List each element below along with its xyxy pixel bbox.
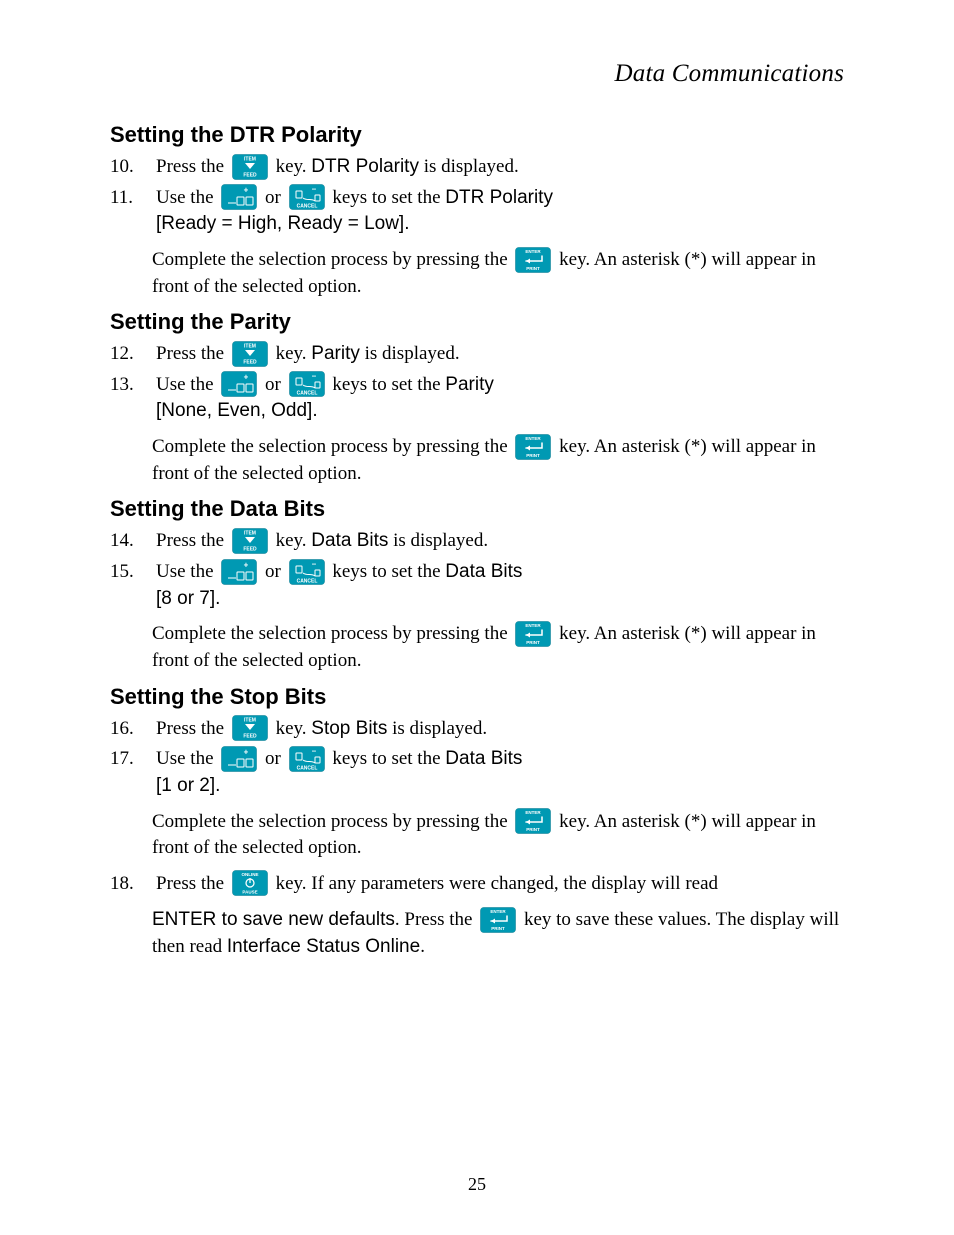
step: 11. Use the + or – CANCEL keys to set th… — [110, 185, 844, 237]
cancel-key-icon: – CANCEL — [289, 746, 325, 772]
step: 12. Press the ITEM FEED key. Parity is d… — [110, 341, 844, 368]
step-body: Use the + or – CANCEL keys to set the Da… — [156, 746, 844, 798]
step-body: Use the + or – CANCEL keys to set the DT… — [156, 185, 844, 237]
svg-text:ENTER: ENTER — [491, 909, 507, 914]
step-number: 18. — [110, 871, 156, 897]
cancel-key-icon: – CANCEL — [289, 184, 325, 210]
section-heading: Setting the DTR Polarity — [110, 122, 844, 148]
section-heading: Setting the Stop Bits — [110, 684, 844, 710]
plus-key-icon: + — [221, 559, 257, 585]
svg-text:–: – — [311, 185, 316, 194]
step-body: Use the + or – CANCEL keys to set the Pa… — [156, 372, 844, 424]
svg-text:ENTER: ENTER — [526, 436, 542, 441]
svg-text:ITEM: ITEM — [244, 156, 256, 162]
step-body: Use the + or – CANCEL keys to set the Da… — [156, 559, 844, 611]
svg-text:FEED: FEED — [243, 734, 257, 740]
svg-text:ENTER: ENTER — [526, 249, 542, 254]
plus-key-icon: + — [221, 371, 257, 397]
enterPrint-key-icon: ENTER PRINT — [515, 808, 551, 834]
step-body: Press the ITEM FEED key. Stop Bits is di… — [156, 716, 844, 743]
svg-text:–: – — [311, 746, 316, 755]
itemFeed-key-icon: ITEM FEED — [232, 154, 268, 180]
step-number: 13. — [110, 372, 156, 398]
page: Data Communications Setting the DTR Pola… — [0, 0, 954, 1235]
svg-text:FEED: FEED — [243, 172, 257, 178]
step-sub: Complete the selection process by pressi… — [152, 621, 844, 673]
itemFeed-key-icon: ITEM FEED — [232, 528, 268, 554]
cancel-key-icon: – CANCEL — [289, 559, 325, 585]
svg-text:–: – — [311, 372, 316, 381]
step-body: Press the ITEM FEED key. Parity is displ… — [156, 341, 844, 368]
svg-text:ENTER: ENTER — [526, 623, 542, 628]
step-sub: ENTER to save new defaults. Press the EN… — [152, 907, 844, 959]
step-number: 12. — [110, 341, 156, 367]
svg-text:PAUSE: PAUSE — [242, 890, 257, 895]
step-number: 17. — [110, 746, 156, 772]
svg-text:+: + — [244, 373, 249, 382]
page-header-title: Data Communications — [110, 60, 844, 88]
options-range: [None, Even, Odd]. — [156, 400, 318, 421]
step-body: Press the ONLINE PAUSE key. If any param… — [156, 871, 844, 898]
step-sub: Complete the selection process by pressi… — [152, 247, 844, 299]
itemFeed-key-icon: ITEM FEED — [232, 341, 268, 367]
step-number: 16. — [110, 716, 156, 742]
svg-text:FEED: FEED — [243, 359, 257, 365]
options-range: [Ready = High, Ready = Low]. — [156, 213, 409, 234]
step-number: 10. — [110, 154, 156, 180]
svg-text:CANCEL: CANCEL — [296, 204, 317, 210]
svg-text:–: – — [311, 559, 316, 568]
svg-text:ONLINE: ONLINE — [241, 872, 258, 877]
svg-text:PRINT: PRINT — [527, 827, 541, 832]
step: 18. Press the ONLINE PAUSE key. If any p… — [110, 871, 844, 898]
options-range: [1 or 2]. — [156, 775, 220, 796]
step: 16. Press the ITEM FEED key. Stop Bits i… — [110, 716, 844, 743]
plus-key-icon: + — [221, 184, 257, 210]
step-number: 14. — [110, 528, 156, 554]
step-sub: Complete the selection process by pressi… — [152, 809, 844, 861]
svg-text:+: + — [244, 560, 249, 569]
svg-text:PRINT: PRINT — [491, 926, 505, 931]
svg-text:FEED: FEED — [243, 547, 257, 553]
step-body: Press the ITEM FEED key. DTR Polarity is… — [156, 154, 844, 181]
svg-text:ENTER: ENTER — [526, 810, 542, 815]
svg-text:PRINT: PRINT — [527, 266, 541, 271]
svg-text:ITEM: ITEM — [244, 531, 256, 537]
step-number: 11. — [110, 185, 156, 211]
enterPrint-key-icon: ENTER PRINT — [515, 621, 551, 647]
svg-text:CANCEL: CANCEL — [296, 578, 317, 584]
svg-text:CANCEL: CANCEL — [296, 765, 317, 771]
step: 15. Use the + or – CANCEL keys to set th… — [110, 559, 844, 611]
content-body: Setting the DTR Polarity 10. Press the I… — [110, 122, 844, 960]
enterPrint-key-icon: ENTER PRINT — [515, 434, 551, 460]
svg-text:PRINT: PRINT — [527, 453, 541, 458]
enterPrint-key-icon: ENTER PRINT — [515, 247, 551, 273]
step: 13. Use the + or – CANCEL keys to set th… — [110, 372, 844, 424]
enterPrint-key-icon: ENTER PRINT — [480, 907, 516, 933]
svg-text:+: + — [244, 186, 249, 195]
svg-text:+: + — [244, 747, 249, 756]
options-range: [8 or 7]. — [156, 588, 220, 609]
svg-text:ITEM: ITEM — [244, 343, 256, 349]
step: 17. Use the + or – CANCEL keys to set th… — [110, 746, 844, 798]
onlinePause-key-icon: ONLINE PAUSE — [232, 870, 268, 896]
step-body: Press the ITEM FEED key. Data Bits is di… — [156, 528, 844, 555]
itemFeed-key-icon: ITEM FEED — [232, 715, 268, 741]
svg-text:CANCEL: CANCEL — [296, 391, 317, 397]
page-number: 25 — [0, 1174, 954, 1195]
step-number: 15. — [110, 559, 156, 585]
plus-key-icon: + — [221, 746, 257, 772]
svg-text:ITEM: ITEM — [244, 718, 256, 724]
section-heading: Setting the Parity — [110, 309, 844, 335]
step: 10. Press the ITEM FEED key. DTR Polarit… — [110, 154, 844, 181]
cancel-key-icon: – CANCEL — [289, 371, 325, 397]
svg-text:PRINT: PRINT — [527, 640, 541, 645]
step: 14. Press the ITEM FEED key. Data Bits i… — [110, 528, 844, 555]
step-sub: Complete the selection process by pressi… — [152, 434, 844, 486]
section-heading: Setting the Data Bits — [110, 496, 844, 522]
